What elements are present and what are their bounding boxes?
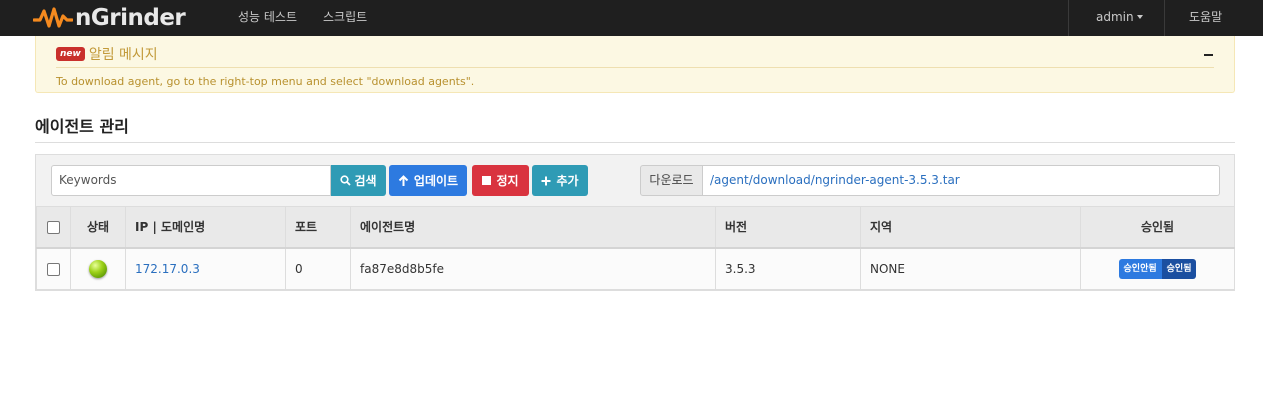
region-cell: NONE [860,247,1081,290]
column-header-version[interactable]: 버전 [715,206,861,249]
search-input[interactable]: Keywords [51,165,331,196]
alert-title: 알림 메시지 [88,47,158,63]
ip-cell: 172.17.0.3 [125,247,286,290]
nav-divider [1164,0,1165,36]
status-running-icon [89,259,107,278]
column-header-ip[interactable]: IP | 도메인명 [125,206,286,249]
status-cell [70,247,126,290]
nav-performance-test[interactable]: 성능 테스트 [238,0,297,36]
column-header-agent-name[interactable]: 에이전트명 [350,206,716,249]
user-menu[interactable]: admin [1096,0,1143,36]
add-button-label: 추가 [556,174,579,188]
version-cell: 3.5.3 [715,247,861,290]
nav-divider [1068,0,1069,36]
row-select-cell [36,247,71,290]
agent-table: 상태 IP | 도메인명 포트 에이전트명 버전 지역 승인됨 172.17.0… [36,206,1235,290]
nav-script[interactable]: 스크립트 [323,0,367,36]
select-all-cell [36,206,71,249]
user-name: admin [1096,10,1134,24]
title-divider [35,142,1235,143]
top-navbar: nGrinder 성능 테스트 스크립트 admin 도움말 [0,0,1263,36]
alert-message: To download agent, go to the right-top m… [56,75,475,88]
brand-name: nGrinder [75,5,186,31]
notice-alert: new 알림 메시지 To download agent, go to the … [35,36,1235,93]
select-all-checkbox[interactable] [47,220,60,234]
alert-header: new 알림 메시지 [56,44,158,64]
approval-cell: 승인안됨 승인됨 [1080,247,1235,290]
port-cell: 0 [285,247,351,290]
agent-panel: Keywords 검색 업데이트 정지 추가 다운로드 /agent/downl… [35,154,1235,291]
approve-button[interactable]: 승인됨 [1161,258,1197,279]
page-title: 에이전트 관리 [35,117,129,136]
agent-name-cell: fa87e8d8b5fe [350,247,716,290]
download-agent-link[interactable]: /agent/download/ngrinder-agent-3.5.3.tar [703,165,1220,196]
download-label: 다운로드 [640,165,703,196]
stop-button-label: 정지 [496,174,519,188]
ngrinder-logo[interactable]: nGrinder [33,4,186,32]
new-badge: new [56,47,85,61]
stop-icon [482,176,492,185]
update-button[interactable]: 업데이트 [389,165,467,196]
search-button[interactable]: 검색 [331,165,386,196]
table-header-row: 상태 IP | 도메인명 포트 에이전트명 버전 지역 승인됨 [36,206,1235,249]
disapprove-button[interactable]: 승인안됨 [1118,258,1162,279]
search-button-label: 검색 [354,174,377,188]
stop-button[interactable]: 정지 [472,165,529,196]
search-icon [340,175,352,186]
ip-link[interactable]: 172.17.0.3 [135,262,200,276]
column-header-port[interactable]: 포트 [285,206,351,249]
add-button[interactable]: 추가 [532,165,588,196]
nav-help[interactable]: 도움말 [1189,0,1222,36]
column-header-status[interactable]: 상태 [70,206,126,249]
caret-down-icon [1136,14,1143,19]
collapse-minus-icon[interactable] [1204,47,1214,61]
wave-logo-icon [33,7,73,28]
plus-icon [541,176,551,185]
update-button-label: 업데이트 [413,174,459,188]
alert-divider [56,67,1214,68]
row-checkbox[interactable] [47,262,60,276]
column-header-region[interactable]: 지역 [860,206,1081,249]
table-row: 172.17.0.3 0 fa87e8d8b5fe 3.5.3 NONE 승인안… [36,247,1235,290]
column-header-approved[interactable]: 승인됨 [1080,206,1235,249]
approval-toggle: 승인안됨 승인됨 [1118,258,1197,279]
arrow-up-icon [398,174,409,186]
